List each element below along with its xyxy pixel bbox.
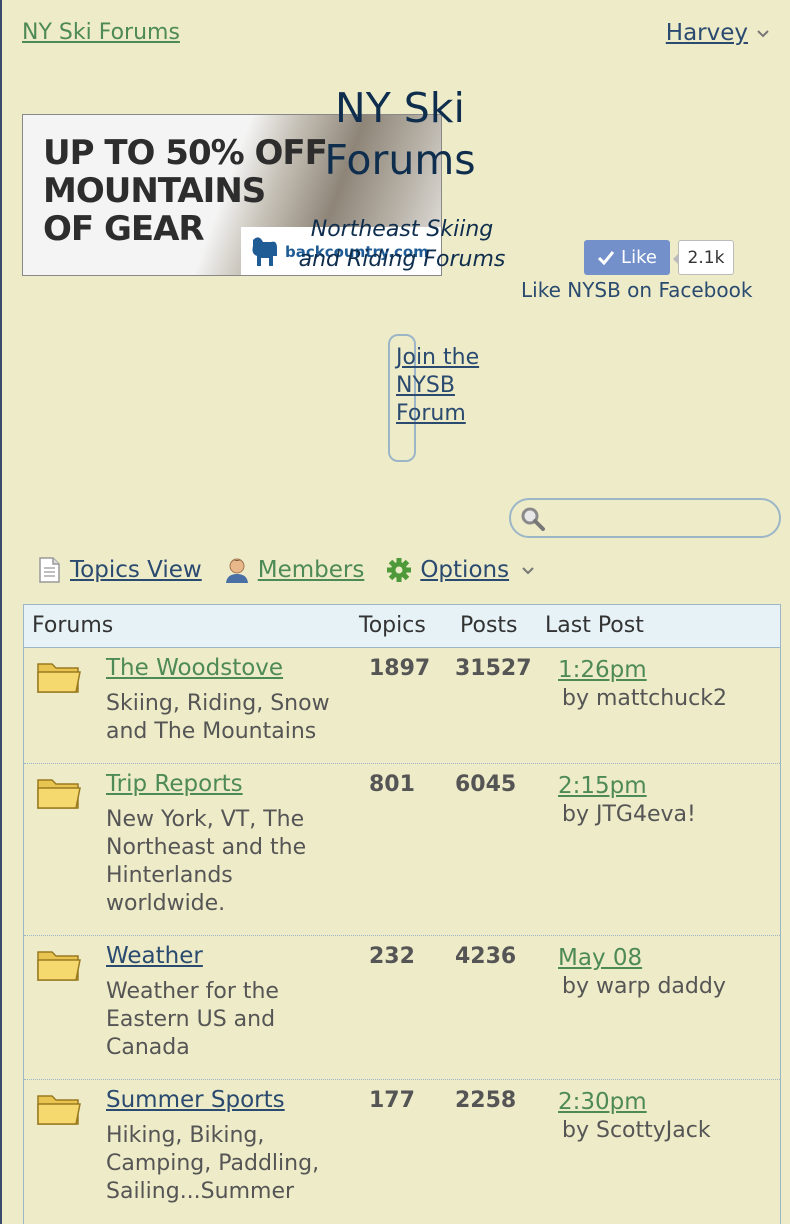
chevron-down-icon	[521, 561, 535, 580]
checkmark-icon	[597, 250, 615, 265]
post-count: 4236	[455, 944, 517, 969]
last-post-author: by mattchuck2	[562, 686, 727, 711]
goat-logo-icon	[252, 237, 277, 266]
post-count: 2258	[455, 1088, 517, 1113]
topic-count: 801	[369, 772, 415, 797]
ad-headline-line-1: UP TO 50% OFF	[43, 133, 328, 173]
home-link[interactable]: NY Ski Forums	[22, 20, 180, 45]
site-subtitle: Northeast Skiing and Riding Forums	[298, 217, 506, 272]
last-post-link[interactable]: 2:30pm	[558, 1089, 647, 1115]
document-icon	[39, 557, 60, 583]
topic-count: 232	[369, 944, 415, 969]
header-topics: Topics	[359, 613, 426, 638]
window-edge	[0, 0, 2, 1224]
members-label: Members	[257, 557, 365, 583]
forum-nav-bar: Topics View Members Options	[36, 552, 557, 588]
facebook-like-label: Like	[621, 247, 657, 268]
forum-description: Weather for the Eastern US and Canada	[106, 979, 279, 1060]
forum-description: Hiking, Biking, Camping, Paddling, Saili…	[106, 1123, 320, 1204]
last-post-link[interactable]: May 08	[558, 945, 642, 971]
user-icon	[225, 558, 248, 583]
folder-icon	[37, 951, 81, 981]
forum-table: Forums Topics Posts Last Post The Woodst…	[23, 604, 781, 1224]
search-icon	[521, 507, 545, 531]
forum-row: Trip Reports New York, VT, The Northeast…	[24, 764, 780, 936]
header-last-post: Last Post	[545, 613, 644, 638]
join-forum-link[interactable]: Join the NYSB Forum	[396, 344, 486, 428]
forum-row: The Woodstove Skiing, Riding, Snow and T…	[24, 648, 780, 764]
folder-icon	[37, 663, 81, 693]
topics-view-label: Topics View	[70, 557, 202, 583]
topic-count: 177	[369, 1088, 415, 1113]
topic-count: 1897	[369, 656, 431, 681]
last-post-link[interactable]: 1:26pm	[558, 657, 647, 683]
topics-view-link[interactable]: Topics View	[36, 556, 202, 584]
last-post-author: by ScottyJack	[562, 1118, 711, 1143]
last-post-link[interactable]: 2:15pm	[558, 773, 647, 799]
ad-headline-line-2: MOUNTAINS	[43, 171, 266, 211]
members-link[interactable]: Members	[224, 556, 365, 584]
search-input[interactable]	[551, 506, 771, 530]
user-menu[interactable]: Harvey	[666, 20, 770, 46]
last-post-author: by warp daddy	[562, 974, 726, 999]
user-name[interactable]: Harvey	[666, 20, 748, 46]
forum-row: Summer Sports Hiking, Biking, Camping, P…	[24, 1080, 780, 1224]
header-posts: Posts	[460, 613, 518, 638]
ad-headline-line-3: OF GEAR	[43, 209, 205, 249]
forum-row: Weather Weather for the Eastern US and C…	[24, 936, 780, 1080]
header-forums: Forums	[32, 613, 114, 638]
chevron-down-icon	[756, 24, 770, 43]
options-menu[interactable]: Options	[386, 556, 535, 584]
forum-table-header: Forums Topics Posts Last Post	[24, 605, 780, 648]
facebook-like-button[interactable]: Like	[584, 240, 670, 275]
forum-link-summer-sports[interactable]: Summer Sports	[106, 1087, 285, 1113]
forum-link-weather[interactable]: Weather	[106, 943, 203, 969]
site-title: NY Ski Forums	[324, 84, 476, 184]
forum-description: Skiing, Riding, Snow and The Mountains	[106, 691, 330, 744]
options-label: Options	[420, 557, 510, 583]
gear-icon	[387, 558, 412, 582]
post-count: 6045	[455, 772, 517, 797]
folder-icon	[37, 1095, 81, 1125]
facebook-caption-link[interactable]: Like NYSB on Facebook	[521, 278, 752, 302]
forum-description: New York, VT, The Northeast and the Hint…	[106, 807, 307, 916]
last-post-author: by JTG4eva!	[562, 802, 696, 827]
facebook-like-count: 2.1k	[673, 240, 734, 275]
post-count: 31527	[455, 656, 532, 681]
folder-icon	[37, 779, 81, 809]
forum-link-trip-reports[interactable]: Trip Reports	[106, 771, 243, 797]
search-box[interactable]	[509, 498, 781, 538]
forum-link-woodstove[interactable]: The Woodstove	[106, 655, 283, 681]
